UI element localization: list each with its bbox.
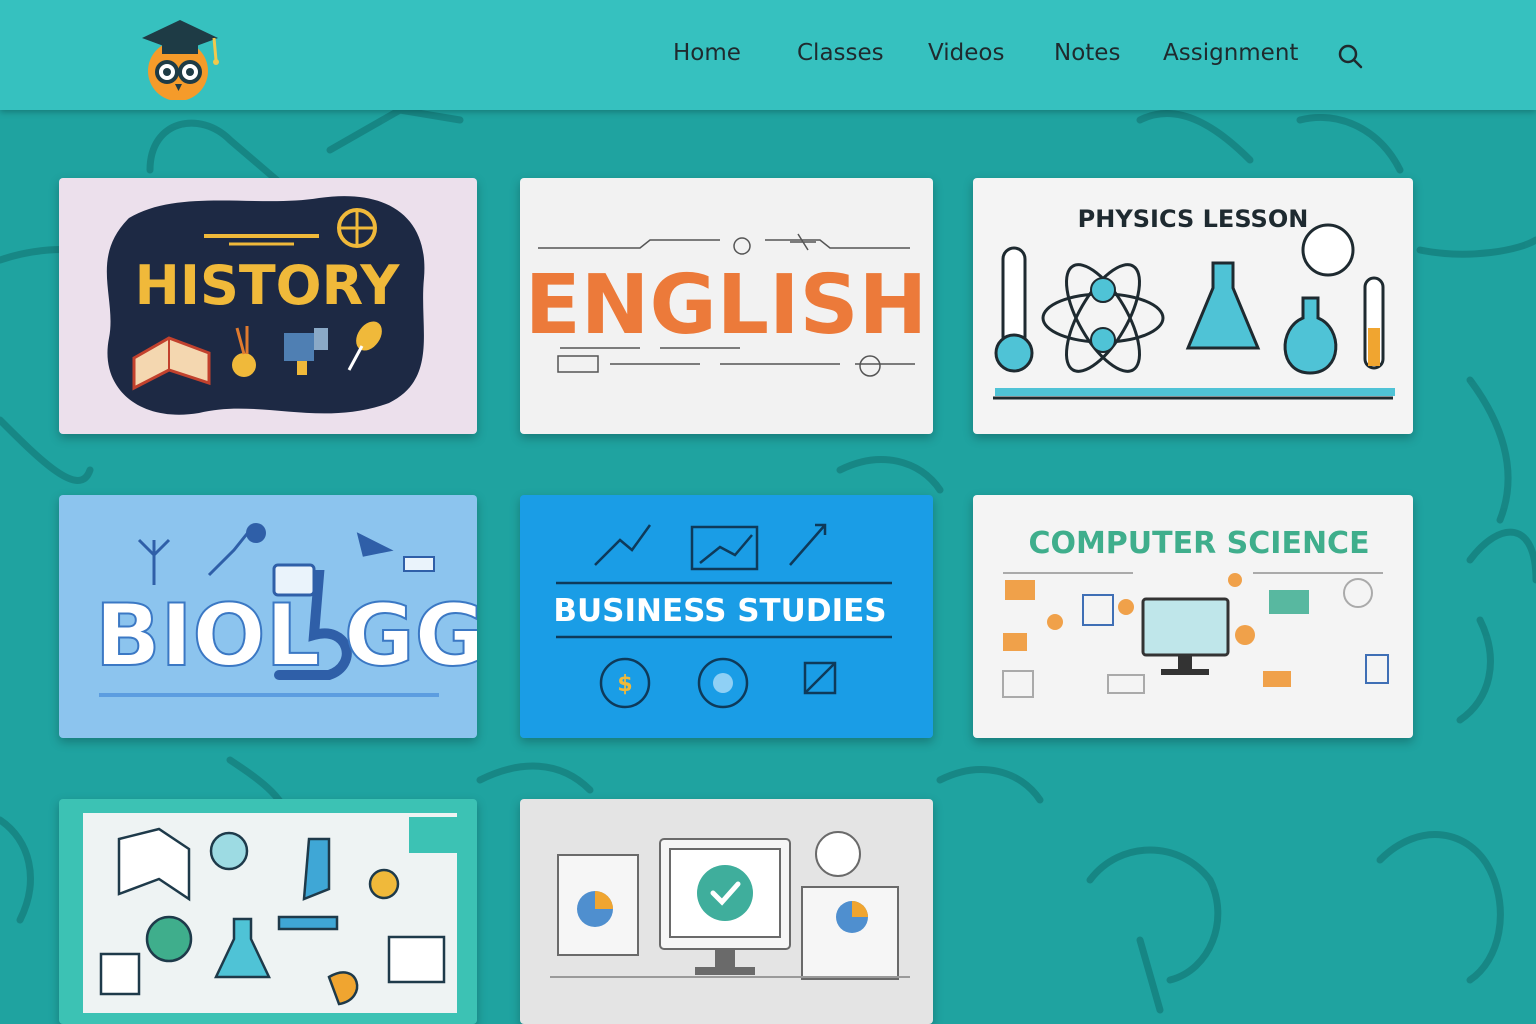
business-title: BUSINESS STUDIES xyxy=(553,593,886,629)
biology-title-right: GG xyxy=(344,586,477,686)
english-title: ENGLISH xyxy=(525,258,927,353)
english-card[interactable]: ENGLISH xyxy=(520,178,933,434)
computer-science-card[interactable]: COMPUTER SCIENCE xyxy=(973,495,1413,738)
biology-card[interactable]: BIOL GG xyxy=(59,495,477,738)
physics-title: PHYSICS LESSON xyxy=(1078,205,1309,233)
history-card[interactable]: HISTORY xyxy=(59,178,477,434)
business-card[interactable]: $ BUSINESS STUDIES xyxy=(520,495,933,738)
history-title: HISTORY xyxy=(135,254,401,317)
online-quiz-card[interactable] xyxy=(520,799,933,1024)
computer-science-title: COMPUTER SCIENCE xyxy=(1028,526,1369,561)
owl-graduation-cap-logo[interactable] xyxy=(138,16,222,100)
nav-assignment[interactable]: Assignment xyxy=(1163,40,1298,66)
top-navbar: Home Classes Videos Notes Assignment xyxy=(0,0,1536,110)
search-icon[interactable] xyxy=(1336,42,1364,70)
science-collage-card[interactable] xyxy=(59,799,477,1024)
physics-card[interactable]: PHYSICS LESSON xyxy=(973,178,1413,434)
nav-videos[interactable]: Videos xyxy=(928,40,1004,66)
nav-notes[interactable]: Notes xyxy=(1054,40,1120,66)
nav-classes[interactable]: Classes xyxy=(797,40,884,66)
svg-text:$: $ xyxy=(617,672,632,697)
nav-home[interactable]: Home xyxy=(673,40,741,66)
